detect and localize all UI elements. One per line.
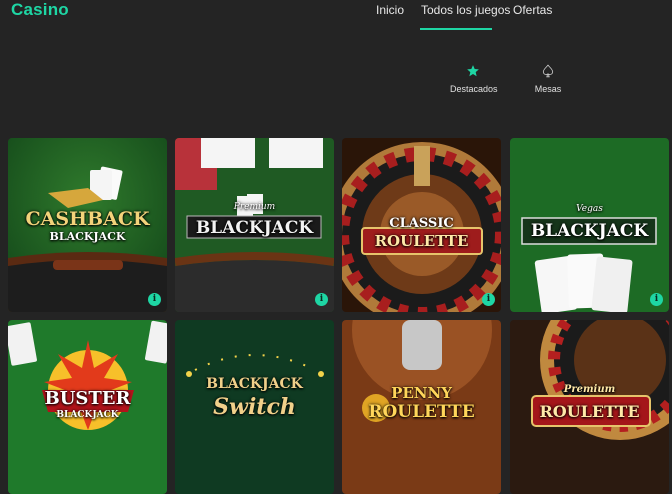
game-tile-penny-roulette[interactable]: PENNY ROULETTE (342, 320, 501, 494)
info-icon[interactable]: i (650, 293, 663, 306)
game-title: BLACKJACK (530, 221, 649, 241)
game-tile-blackjack-switch[interactable]: BLACKJACK Switch (175, 320, 334, 494)
game-tile-vegas-blackjack[interactable]: BLACKJACK Vegas i (510, 138, 669, 312)
game-subtitle: ROULETTE (368, 402, 475, 422)
game-subtitle: Premium (563, 384, 616, 395)
game-title: PENNY (391, 384, 452, 402)
game-title: BLACKJACK (206, 376, 303, 392)
category-mesas[interactable]: Mesas (528, 64, 568, 94)
game-subtitle: BLACKJACK (49, 230, 126, 243)
nav-inicio[interactable]: Inicio (376, 3, 404, 17)
active-tab-indicator (420, 28, 492, 30)
info-icon[interactable]: i (148, 293, 161, 306)
game-tile-premium-blackjack[interactable]: BLACKJACK Premium i (175, 138, 334, 312)
game-subtitle: Premium (233, 202, 276, 212)
category-destacados[interactable]: Destacados (450, 64, 498, 94)
info-icon[interactable]: i (315, 293, 328, 306)
game-title: BLACKJACK (195, 218, 314, 238)
game-subtitle: ROULETTE (374, 232, 469, 250)
game-subtitle: Switch (213, 394, 296, 420)
game-title: CASHBACK (25, 208, 150, 230)
game-tile-premium-roulette[interactable]: Premium ROULETTE (510, 320, 669, 494)
game-tile-buster-blackjack[interactable]: BUSTER BLACKJACK (8, 320, 167, 494)
game-subtitle: Vegas (576, 204, 603, 214)
info-icon[interactable]: i (482, 293, 495, 306)
game-title: CLASSIC (389, 216, 454, 231)
game-tile-cashback-blackjack[interactable]: CASHBACK BLACKJACK i (8, 138, 167, 312)
game-subtitle: BLACKJACK (56, 410, 119, 420)
category-label-destacados: Destacados (450, 84, 498, 94)
star-icon (467, 65, 479, 77)
spade-icon (542, 64, 554, 78)
game-tile-classic-roulette[interactable]: CLASSIC ROULETTE i (342, 138, 501, 312)
nav-ofertas[interactable]: Ofertas (513, 3, 552, 17)
top-navigation: Inicio Todos los juegos Ofertas (0, 3, 672, 31)
game-title: BUSTER (44, 388, 131, 409)
nav-todos-los-juegos[interactable]: Todos los juegos (421, 3, 510, 17)
category-label-mesas: Mesas (534, 84, 562, 94)
game-title: ROULETTE (539, 402, 640, 421)
